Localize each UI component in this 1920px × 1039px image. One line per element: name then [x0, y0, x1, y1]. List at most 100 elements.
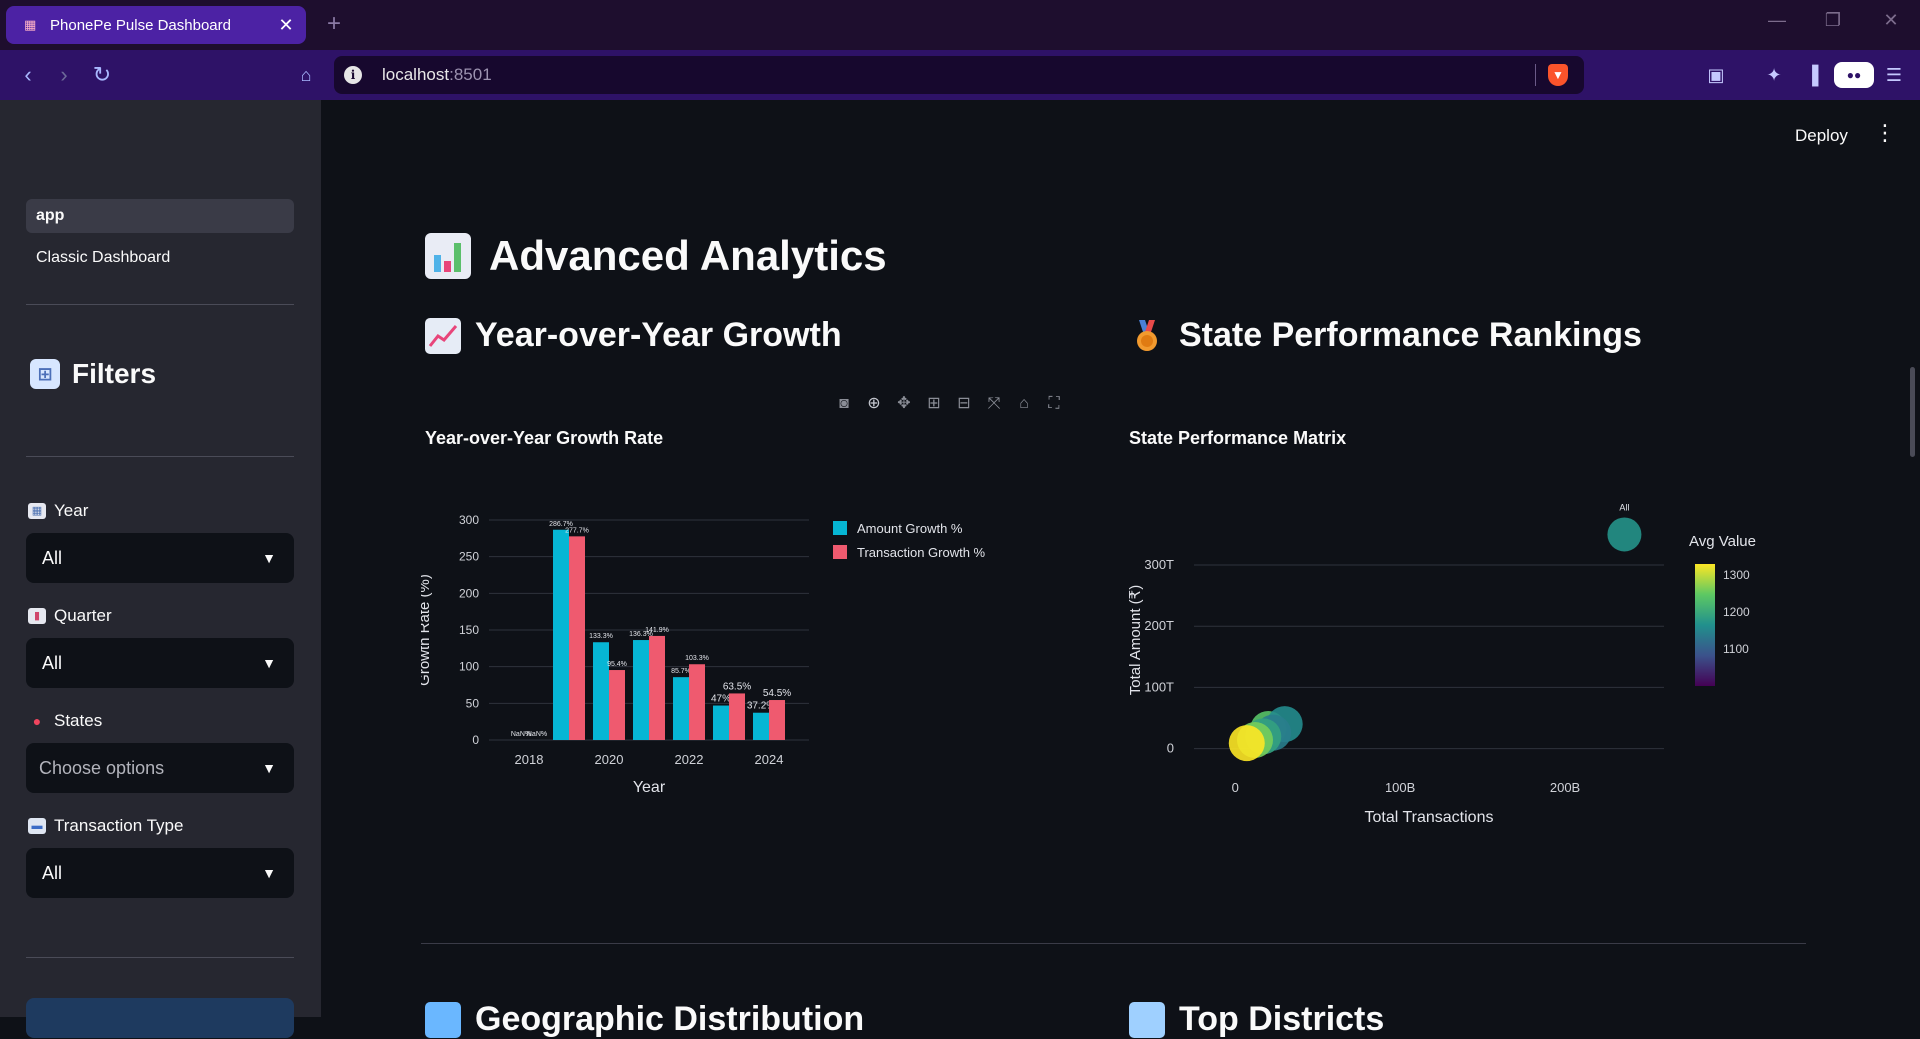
point-label: All [1619, 502, 1629, 512]
zoom-in-icon[interactable]: ⊞ [923, 393, 945, 415]
restore-icon[interactable]: ❐ [1818, 10, 1848, 31]
data-label: 63.5% [723, 681, 751, 692]
chart-title-matrix: State Performance Matrix [1129, 428, 1347, 448]
section-heading-districts: Top Districts [1129, 1000, 1384, 1039]
year-select[interactable]: All ▼ [26, 533, 294, 583]
sidebar-toggle-icon[interactable]: ▐ [1799, 62, 1825, 88]
legend-swatch [833, 521, 847, 535]
scrollbar[interactable] [1910, 367, 1915, 457]
zoom-icon[interactable]: ⊕ [863, 393, 885, 415]
x-tick-label: 2024 [755, 752, 784, 767]
data-label: 277.7% [565, 527, 589, 534]
deploy-button[interactable]: Deploy [1795, 126, 1848, 146]
window-close-icon[interactable]: ✕ [1876, 10, 1906, 31]
sidebar-divider [26, 456, 294, 457]
quarter-select[interactable]: All ▼ [26, 638, 294, 688]
section-divider [421, 943, 1806, 944]
colorbar-title: Avg Value [1689, 533, 1756, 550]
home-icon[interactable]: ⌂ [1013, 393, 1035, 415]
site-info-icon[interactable]: i [344, 66, 362, 84]
pan-icon[interactable]: ✥ [893, 393, 915, 415]
bar [553, 529, 569, 740]
y-tick-label: 100T [1144, 679, 1174, 694]
colorbar [1695, 564, 1715, 686]
bar [769, 700, 785, 740]
main-menu-icon[interactable]: ⋮ [1874, 120, 1896, 146]
cityscape-icon [1129, 1001, 1165, 1038]
tab-title: PhonePe Pulse Dashboard [50, 16, 231, 34]
y-tick-label: 0 [1167, 741, 1174, 756]
back-icon[interactable]: ‹ [12, 60, 44, 90]
y-tick-label: 200T [1144, 618, 1174, 633]
chevron-down-icon: ▼ [262, 655, 276, 671]
states-multiselect[interactable]: Choose options ▼ [26, 743, 294, 793]
x-tick-label: 2020 [595, 752, 624, 767]
menu-icon[interactable]: ☰ [1881, 62, 1907, 88]
y-tick-label: 50 [466, 696, 480, 710]
new-tab-button[interactable]: + [320, 10, 348, 38]
sidebar-item-classic-dashboard[interactable]: Classic Dashboard [26, 241, 294, 275]
legend-label: Amount Growth % [857, 521, 963, 536]
control-knobs-icon: ⊞ [30, 359, 60, 389]
brave-shield-icon[interactable]: ▼ [1548, 64, 1568, 86]
yoy-growth-chart[interactable]: 0 50 100 150 200 250 300 2018 2020 2022 2024 Year Gr… [421, 490, 1041, 850]
tab-close-icon[interactable]: ✕ [276, 15, 296, 36]
main-content: Deploy ⋮ Advanced Analytics Year-over-Ye… [321, 100, 1920, 1038]
url-text[interactable]: localhost:8501 [382, 65, 492, 85]
wallet-icon[interactable]: ●● [1834, 62, 1874, 88]
bar [569, 536, 585, 740]
y-tick-label: 200 [459, 586, 479, 600]
section-heading-yoy: Year-over-Year Growth [425, 316, 842, 355]
chevron-down-icon: ▼ [262, 865, 276, 881]
transaction-type-select[interactable]: All ▼ [26, 848, 294, 898]
x-axis-title: Total Transactions [1365, 809, 1494, 826]
sidebar-divider [26, 304, 294, 305]
reload-icon[interactable]: ↻ [86, 60, 118, 90]
y-tick-label: 100 [459, 660, 479, 674]
y-tick-label: 150 [459, 623, 479, 637]
tab-favicon-icon: ▦ [24, 17, 37, 32]
fullscreen-icon[interactable]: ⛶ [1043, 393, 1065, 415]
bar [753, 712, 769, 740]
zoom-out-icon[interactable]: ⊟ [953, 393, 975, 415]
minimize-icon[interactable]: — [1762, 10, 1792, 31]
data-label: NaN% [527, 731, 547, 738]
legend-swatch [833, 545, 847, 559]
bar [633, 640, 649, 740]
address-bar[interactable]: i localhost:8501 ▼ [334, 56, 1584, 94]
sidebar-info-card [26, 998, 294, 1038]
filter-label-states: ● States [28, 711, 102, 731]
bar [689, 664, 705, 740]
browser-tab[interactable]: ▦ PhonePe Pulse Dashboard ✕ [6, 6, 306, 44]
camera-icon[interactable]: ◙ [833, 393, 855, 415]
scatter-point [1607, 517, 1642, 552]
chevron-down-icon: ▼ [262, 550, 276, 566]
y-tick-label: 300T [1144, 557, 1174, 572]
y-tick-label: 0 [472, 733, 479, 747]
filter-label-transaction-type: ▬ Transaction Type [28, 816, 183, 836]
state-performance-chart[interactable]: 0 100T 200T 300T 0 100B 200B Total Transactions… [1124, 490, 1824, 850]
y-tick-label: 250 [459, 550, 479, 564]
x-tick-label: 100B [1385, 780, 1415, 795]
filter-label-quarter: ▮ Quarter [28, 606, 112, 626]
colorbar-tick-label: 1100 [1723, 642, 1749, 656]
section-heading-rankings: State Performance Rankings [1129, 316, 1642, 355]
section-heading-geographic: Geographic Distribution [425, 1000, 864, 1039]
calendar-icon: ▦ [28, 503, 46, 519]
data-label: 133.3% [589, 633, 613, 640]
bar [673, 677, 689, 740]
y-axis-title: Total Amount (₹) [1127, 585, 1144, 695]
filter-label-year: ▦ Year [28, 501, 88, 521]
sidebar-item-app[interactable]: app [26, 199, 294, 233]
forward-icon[interactable]: › [48, 60, 80, 90]
x-tick-label: 200B [1550, 780, 1580, 795]
screenshot-icon[interactable]: ▣ [1703, 62, 1729, 88]
data-label: 141.9% [645, 627, 669, 634]
bar [729, 693, 745, 740]
x-tick-label: 2018 [515, 752, 544, 767]
bookmark-icon[interactable]: ⌂ [290, 60, 322, 90]
autoscale-icon[interactable]: ⤧ [983, 393, 1005, 415]
sidebar-divider [26, 957, 294, 958]
x-tick-label: 2022 [675, 752, 704, 767]
leo-icon[interactable]: ✦ [1761, 62, 1787, 88]
